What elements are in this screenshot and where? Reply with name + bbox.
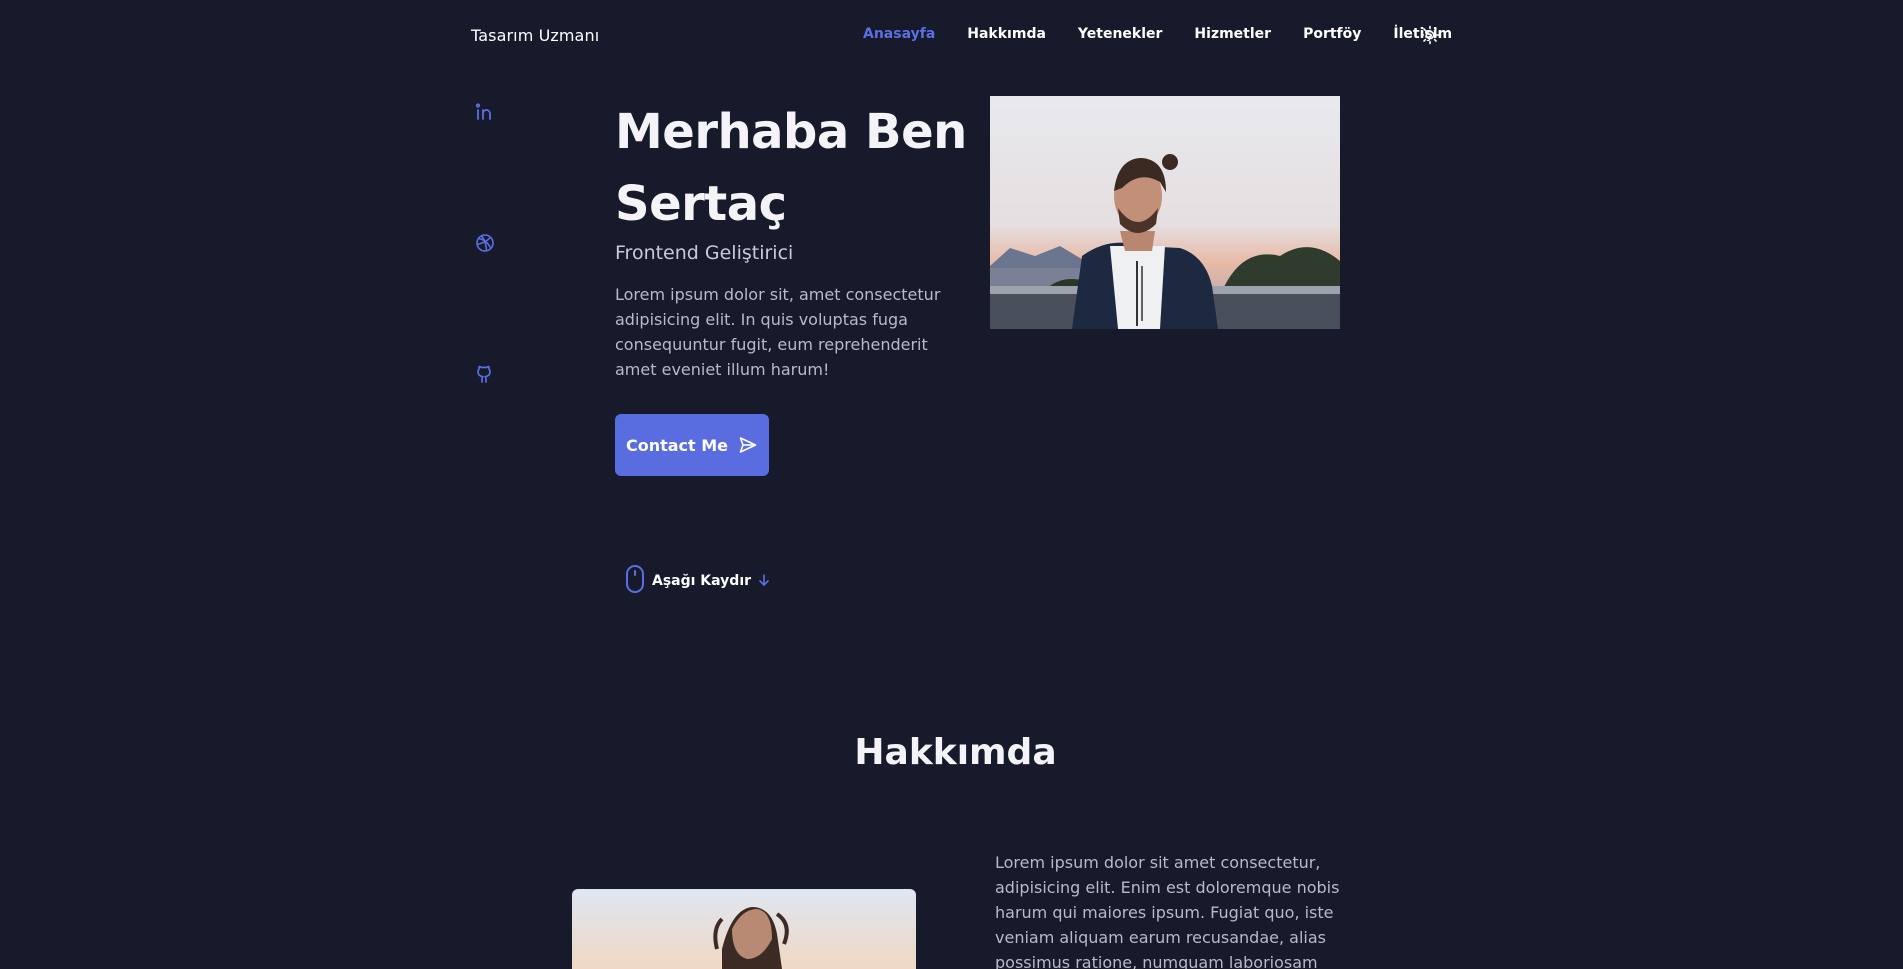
nav-item-anasayfa[interactable]: Anasayfa — [863, 26, 935, 42]
scroll-down-link[interactable]: Aşağı Kaydır — [624, 564, 771, 598]
about-profile-photo — [572, 889, 916, 969]
github-icon[interactable] — [473, 362, 497, 386]
contact-me-label: Contact Me — [625, 435, 729, 455]
arrow-down-icon — [757, 572, 771, 591]
scroll-down-label: Aşağı Kaydır — [652, 573, 752, 589]
hero-profile-photo — [990, 96, 1340, 329]
main-nav: Anasayfa Hakkımda Yetenekler Hizmetler P… — [863, 26, 1484, 42]
hero-title-line1: Merhaba Ben — [615, 104, 967, 160]
mouse-icon — [624, 564, 646, 598]
sun-icon[interactable] — [1420, 25, 1440, 45]
nav-item-hizmetler[interactable]: Hizmetler — [1194, 26, 1271, 42]
hero-title: Merhaba Ben Sertaç — [615, 96, 995, 240]
nav-item-portfoy[interactable]: Portföy — [1303, 26, 1361, 42]
about-section-title: Hakkımda — [854, 732, 1057, 773]
hero-subtitle: Frontend Geliştirici — [615, 242, 794, 264]
hero-description: Lorem ipsum dolor sit, amet consectetur … — [615, 285, 941, 379]
header: Tasarım Uzmanı Anasayfa Hakkımda Yetenek… — [0, 0, 1903, 72]
brand-logo[interactable]: Tasarım Uzmanı — [471, 26, 599, 45]
hero-title-line2: Sertaç — [615, 176, 787, 232]
dribbble-icon[interactable] — [473, 231, 497, 255]
nav-item-hakkimda[interactable]: Hakkımda — [967, 26, 1046, 42]
linkedin-icon[interactable] — [473, 100, 497, 124]
send-icon — [738, 435, 758, 455]
nav-item-yetenekler[interactable]: Yetenekler — [1078, 26, 1163, 42]
about-description: Lorem ipsum dolor sit amet consectetur, … — [995, 853, 1340, 969]
contact-me-button[interactable]: Contact Me — [615, 414, 769, 476]
